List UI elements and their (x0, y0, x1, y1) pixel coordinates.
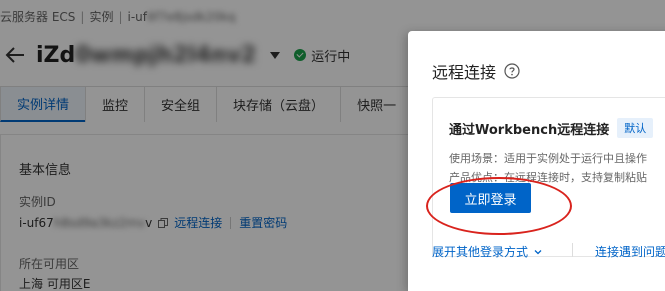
remote-connect-drawer: 远程连接 通过Workbench远程连接 默认 使用场景：适用于实例处于运行中且… (408, 31, 665, 291)
footer-divider (572, 243, 573, 257)
chevron-down-icon (534, 249, 542, 254)
connection-issue-link[interactable]: 连接遇到问题 (595, 243, 665, 260)
workbench-connect-card: 通过Workbench远程连接 默认 使用场景：适用于实例处于运行中且操作 产品… (432, 97, 665, 257)
workbench-card-title: 通过Workbench远程连接 默认 (449, 118, 654, 138)
drawer-title-text: 远程连接 (432, 63, 497, 82)
login-now-button[interactable]: 立即登录 (450, 183, 531, 213)
usage-scenario-text: 使用场景：适用于实例处于运行中且操作 (449, 152, 647, 165)
workbench-card-title-text: 通过Workbench远程连接 (449, 122, 610, 138)
question-circle-icon[interactable] (504, 63, 520, 79)
expand-link-text: 展开其他登录方式 (432, 245, 529, 259)
default-badge: 默认 (617, 118, 654, 138)
expand-login-methods-link[interactable]: 展开其他登录方式 (432, 243, 542, 260)
drawer-title: 远程连接 (432, 59, 520, 83)
